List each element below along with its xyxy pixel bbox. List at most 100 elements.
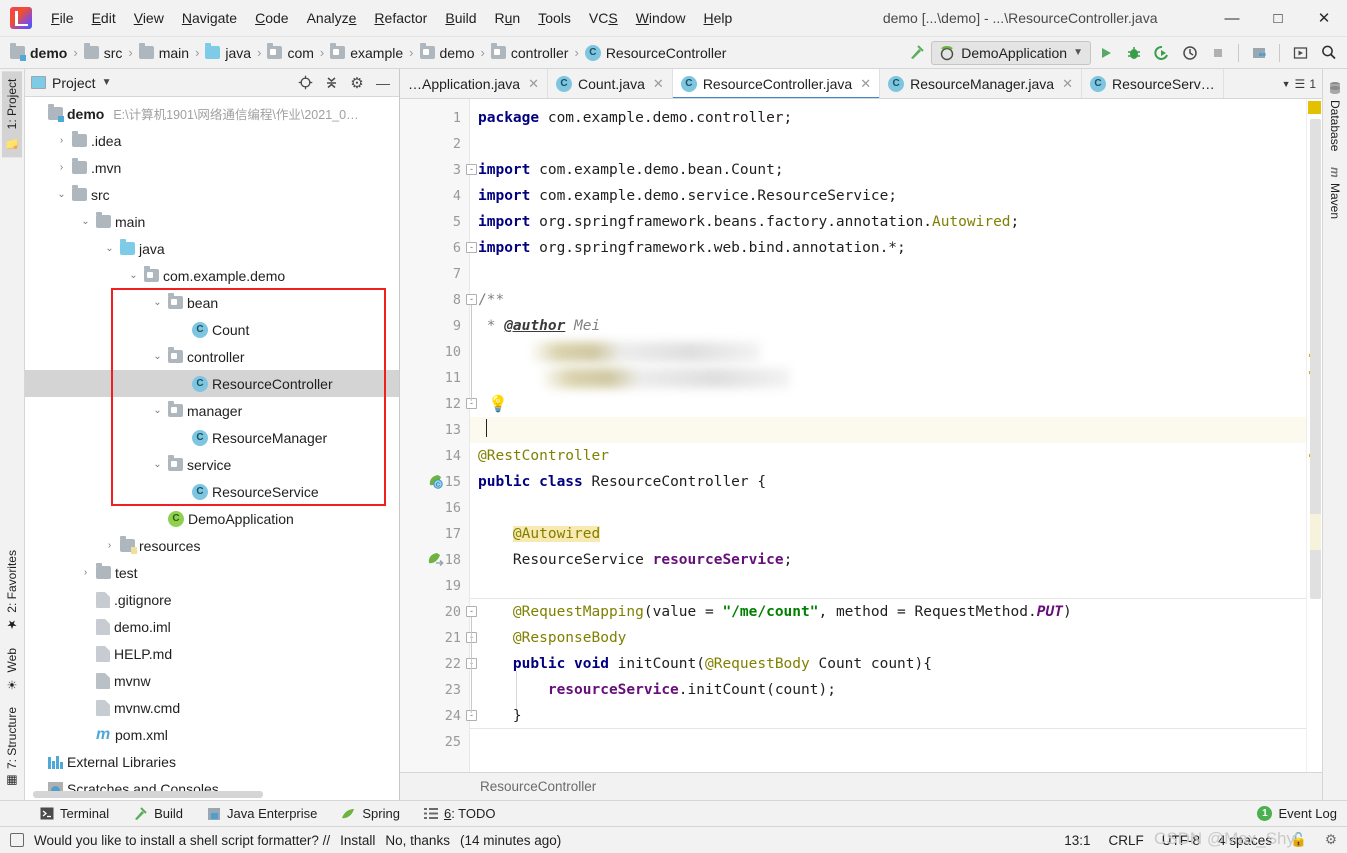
code-line-22[interactable]: public void initCount(@RequestBody Count… [470, 651, 1306, 677]
breadcrumb-resourcecontroller[interactable]: C ResourceController [581, 43, 731, 63]
editor-breadcrumb[interactable]: ResourceController [400, 772, 1322, 800]
tree-item-mvnw[interactable]: mvnw [25, 667, 399, 694]
chevron-down-icon[interactable]: ▼ [102, 77, 112, 88]
code-line-4[interactable]: import com.example.demo.service.Resource… [470, 183, 1306, 209]
close-tab-icon[interactable]: ✕ [528, 76, 539, 92]
editor-tab-resourcemanager-java[interactable]: C ResourceManager.java ✕ [880, 69, 1083, 98]
code-line-1[interactable]: package com.example.demo.controller; [470, 105, 1306, 131]
expand-arrow-icon[interactable]: ⌄ [151, 297, 164, 308]
sidebar-item-project[interactable]: 📁 1: Project [2, 71, 22, 158]
tree-item-gitignore[interactable]: .gitignore [25, 586, 399, 613]
code-line-17[interactable]: @Autowired [470, 521, 1306, 547]
expand-arrow-icon[interactable]: ⌄ [103, 243, 116, 254]
code-line-15[interactable]: public class ResourceController { [470, 469, 1306, 495]
expand-arrow-icon[interactable]: ⌄ [151, 459, 164, 470]
collapse-all-button[interactable] [321, 73, 341, 93]
event-log-button[interactable]: Event Log [1278, 806, 1337, 821]
breadcrumb-example[interactable]: example [326, 43, 407, 63]
run-configuration-selector[interactable]: DemoApplication ▼ [931, 40, 1091, 65]
stop-button[interactable] [1205, 40, 1231, 66]
editor-tabs[interactable]: …Application.java ✕ C Count.java ✕ C ResourceC… [400, 69, 1322, 99]
tree-item-demoapplication[interactable]: C DemoApplication [25, 505, 399, 532]
tree-item-resourcemanager[interactable]: C ResourceManager [25, 424, 399, 451]
menu-help[interactable]: Help [695, 6, 742, 30]
minimize-button[interactable]: — [1209, 0, 1255, 37]
project-structure-button[interactable] [1246, 40, 1272, 66]
editor-tab-overflow[interactable]: ▼ ☰ 1 [1276, 69, 1322, 98]
lock-icon[interactable]: 🔓 [1290, 832, 1307, 848]
code-line-8[interactable]: /** [470, 287, 1306, 313]
menu-view[interactable]: View [125, 6, 173, 30]
tree-item-resourceservice[interactable]: C ResourceService [25, 478, 399, 505]
code-line-5[interactable]: import org.springframework.beans.factory… [470, 209, 1306, 235]
expand-arrow-icon[interactable]: › [103, 540, 116, 551]
tree-item-idea[interactable]: › .idea [25, 127, 399, 154]
menu-edit[interactable]: Edit [83, 6, 125, 30]
code-line-12[interactable]: 💡 [470, 391, 1306, 417]
tool-button-todo[interactable]: 6: TODO [412, 806, 508, 821]
status-action-dismiss[interactable]: No, thanks [385, 833, 450, 848]
tool-button-spring[interactable]: Spring [329, 806, 412, 821]
tool-button-build[interactable]: Build [121, 806, 195, 821]
maximize-button[interactable]: □ [1255, 0, 1301, 37]
editor-text[interactable]: package com.example.demo.controller; impo… [470, 99, 1306, 772]
tree-item-count[interactable]: C Count [25, 316, 399, 343]
file-encoding[interactable]: UTF-8 [1162, 833, 1200, 848]
run-with-coverage-button[interactable] [1149, 40, 1175, 66]
scroll-from-source-button[interactable] [295, 73, 315, 93]
code-line-21[interactable]: @ResponseBody [470, 625, 1306, 651]
code-line-7[interactable] [470, 261, 1306, 287]
intention-bulb-icon[interactable]: 💡 [488, 391, 508, 417]
tree-item-bean[interactable]: ⌄ bean [25, 289, 399, 316]
tree-item-help-md[interactable]: HELP.md [25, 640, 399, 667]
code-line-13[interactable] [470, 417, 1306, 443]
menu-analyze[interactable]: Analyze [298, 6, 366, 30]
breadcrumb-src[interactable]: src [80, 43, 127, 63]
expand-arrow-icon[interactable]: ⌄ [151, 405, 164, 416]
sidebar-item-database[interactable]: Database [1325, 73, 1345, 159]
code-line-16[interactable] [470, 495, 1306, 521]
close-button[interactable]: ✕ [1301, 0, 1347, 37]
code-line-10[interactable] [470, 339, 1306, 365]
breadcrumb-demo[interactable]: demo [6, 43, 71, 63]
code-editor[interactable]: 1 2 3 4 5 6 7 8 9 10 11 12 13 14 15 16 17 18 19 20 21 22 23 24 2… [400, 99, 1322, 772]
tree-item-main[interactable]: ⌄ main [25, 208, 399, 235]
sidebar-item-web[interactable]: ☀ Web [2, 640, 22, 699]
expand-arrow-icon[interactable]: ⌄ [151, 351, 164, 362]
menu-run[interactable]: Run [486, 6, 530, 30]
code-line-19[interactable] [470, 573, 1306, 599]
editor-tab-resourceserv-[interactable]: C ResourceServ… [1082, 69, 1224, 98]
project-tree-hscrollbar[interactable] [33, 791, 263, 798]
code-line-2[interactable] [470, 131, 1306, 157]
close-tab-icon[interactable]: ✕ [860, 76, 871, 92]
menu-refactor[interactable]: Refactor [365, 6, 436, 30]
breadcrumb-com[interactable]: com [263, 43, 317, 63]
sidebar-item-maven[interactable]: m Maven [1325, 159, 1345, 227]
updates-button[interactable] [1287, 40, 1313, 66]
editor-tab-count-java[interactable]: C Count.java ✕ [548, 69, 673, 98]
hide-pane-button[interactable]: — [373, 73, 393, 93]
code-line-11[interactable] [470, 365, 1306, 391]
tree-item-java[interactable]: ⌄ java [25, 235, 399, 262]
tool-button-java-enterprise[interactable]: Java Enterprise [195, 806, 329, 821]
breadcrumb-main[interactable]: main [135, 43, 193, 63]
tree-item-mvn[interactable]: › .mvn [25, 154, 399, 181]
tool-button-terminal[interactable]: Terminal [28, 806, 121, 821]
expand-arrow-icon[interactable]: ⌄ [127, 270, 140, 281]
code-line-20[interactable]: @RequestMapping(value = "/me/count", met… [470, 599, 1306, 625]
breadcrumb-java[interactable]: java [201, 43, 255, 63]
expand-arrow-icon[interactable]: › [79, 567, 92, 578]
code-line-24[interactable]: } [470, 703, 1306, 729]
tree-item-test[interactable]: › test [25, 559, 399, 586]
line-separator[interactable]: CRLF [1109, 833, 1144, 848]
tree-item-service[interactable]: ⌄ service [25, 451, 399, 478]
editor-tab-resourcecontroller-java[interactable]: C ResourceController.java ✕ [672, 69, 881, 98]
tree-item-pom-xml[interactable]: m pom.xml [25, 721, 399, 748]
code-line-18[interactable]: ResourceService resourceService; [470, 547, 1306, 573]
expand-arrow-icon[interactable]: ⌄ [55, 189, 68, 200]
tree-item-demo[interactable]: demo E:\计算机1901\网络通信编程\作业\2021_0… [25, 100, 399, 127]
menu-code[interactable]: Code [246, 6, 297, 30]
make-project-button[interactable] [903, 40, 929, 66]
code-line-23[interactable]: resourceService.initCount(count); [470, 677, 1306, 703]
inspection-status-marker[interactable] [1308, 101, 1321, 114]
